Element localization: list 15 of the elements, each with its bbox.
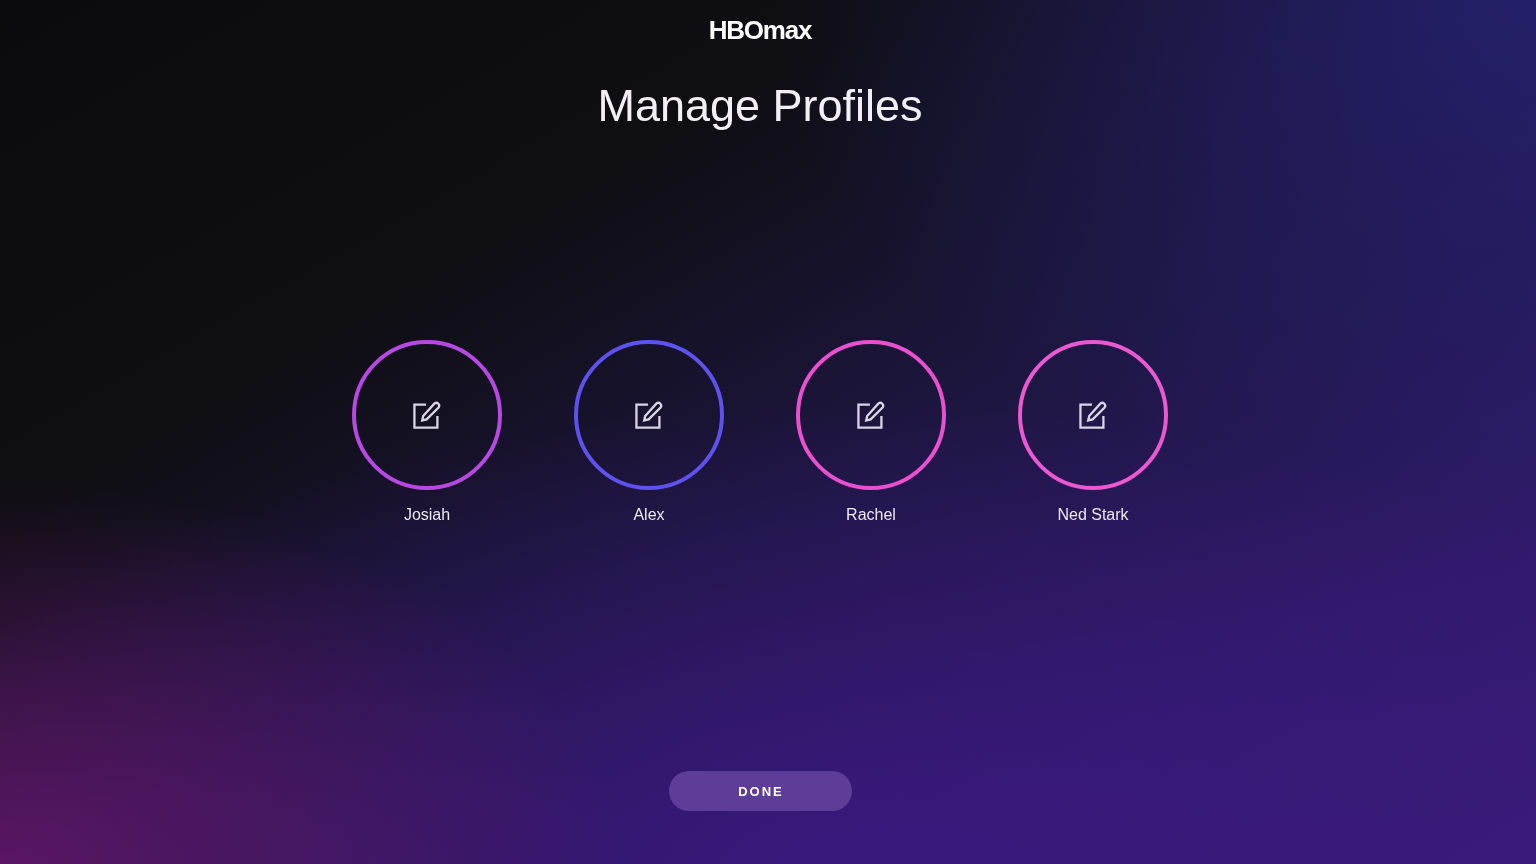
- profile-name: Ned Stark: [1057, 505, 1129, 525]
- edit-icon: [857, 401, 885, 429]
- edit-icon: [635, 401, 663, 429]
- profile-name: Rachel: [846, 505, 896, 525]
- edit-profile-button[interactable]: [352, 340, 502, 490]
- edit-icon: [413, 401, 441, 429]
- profile-name: Josiah: [403, 505, 451, 525]
- page-title: Manage Profiles: [597, 80, 923, 132]
- edit-profile-button[interactable]: [1018, 340, 1168, 490]
- done-button[interactable]: DONE: [668, 771, 852, 811]
- app-logo: HBOmax: [708, 18, 812, 42]
- edit-icon: [1079, 401, 1107, 429]
- edit-profile-button[interactable]: [574, 340, 724, 490]
- edit-profile-button[interactable]: [796, 340, 946, 490]
- profile-name: Alex: [633, 505, 665, 525]
